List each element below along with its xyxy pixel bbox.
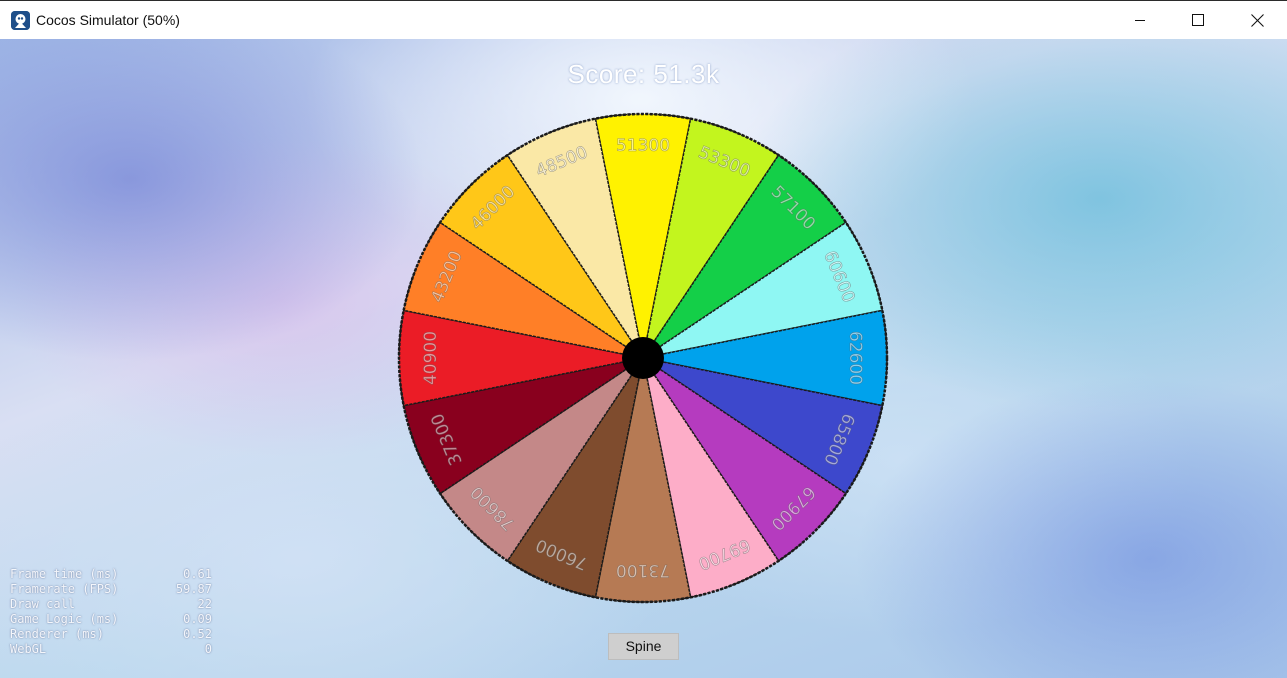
- stat-label: Game Logic (ms): [10, 612, 119, 626]
- window-title: Cocos Simulator (50%): [36, 12, 180, 28]
- stat-value: 59.87: [175, 582, 212, 596]
- wheel-segment-label: 73100: [616, 560, 670, 580]
- stat-value: 0.61: [183, 567, 212, 581]
- stat-row: WebGL 0: [10, 642, 212, 657]
- close-icon: [1250, 13, 1264, 27]
- minimize-icon: [1135, 20, 1145, 21]
- stat-row: Draw call 22: [10, 597, 212, 612]
- maximize-button[interactable]: [1175, 1, 1221, 39]
- stat-label: Framerate (FPS): [10, 582, 119, 596]
- stat-row: Game Logic (ms) 0.09: [10, 612, 212, 627]
- stat-label: WebGL: [10, 642, 47, 656]
- stat-label: Renderer (ms): [10, 627, 104, 641]
- stat-row: Renderer (ms) 0.52: [10, 627, 212, 642]
- wheel-hub: [622, 337, 664, 379]
- cocos-app-icon: [11, 11, 30, 30]
- close-button[interactable]: [1234, 1, 1280, 39]
- wheel-segment-label: 62600: [845, 331, 865, 385]
- stat-row: Frame time (ms) 0.61: [10, 567, 212, 582]
- stat-row: Framerate (FPS) 59.87: [10, 582, 212, 597]
- stat-value: 0: [204, 642, 212, 656]
- minimize-button[interactable]: [1117, 1, 1163, 39]
- wheel-segment-label: 51300: [616, 136, 670, 156]
- debug-stats-panel: Frame time (ms) 0.61 Framerate (FPS) 59.87 D…: [10, 567, 212, 657]
- wheel-segment-label: 40900: [421, 331, 441, 385]
- maximize-icon: [1192, 14, 1204, 26]
- stat-value: 0.52: [183, 627, 212, 641]
- stat-label: Draw call: [10, 597, 76, 611]
- spine-button[interactable]: Spine: [608, 633, 679, 660]
- window-titlebar: Cocos Simulator (50%): [0, 0, 1287, 39]
- stat-label: Frame time (ms): [10, 567, 119, 581]
- stat-value: 0.09: [183, 612, 212, 626]
- stat-value: 22: [197, 597, 212, 611]
- game-viewport[interactable]: Score: 51.3k 51300 53300 57100 60600 62600 65…: [0, 39, 1287, 678]
